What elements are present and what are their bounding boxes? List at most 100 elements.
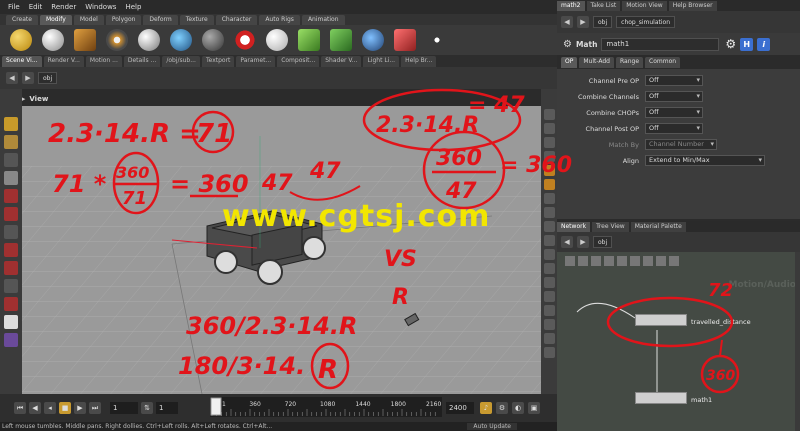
select-tool-icon[interactable] [10,29,32,51]
tab-render-view[interactable]: Render V... [43,56,84,67]
realtime-icon[interactable]: ◐ [512,402,524,414]
backface-icon[interactable] [543,333,555,344]
keys-icon[interactable]: ⚙ [496,402,508,414]
twist-tool-icon[interactable] [362,29,384,51]
menu-windows[interactable]: Windows [85,3,116,11]
tab-help-browser-right[interactable]: Help Browser [668,1,717,11]
tab-scene-view[interactable]: Scene Vi... [2,56,42,67]
magnet-icon[interactable] [4,261,18,275]
display-options-icon[interactable] [543,347,555,358]
normals-icon[interactable] [543,235,555,246]
smooth-tool-icon[interactable] [266,29,288,51]
pin-tool-icon[interactable] [170,29,192,51]
grid-icon[interactable] [543,193,555,204]
align-menu[interactable]: Extend to Min/Max [645,155,765,166]
transform-tool-icon[interactable] [74,29,96,51]
tab-material-palette[interactable]: Material Palette [630,222,686,232]
tab-composite[interactable]: Composit... [277,56,320,67]
tab-textport[interactable]: Textport [201,56,235,67]
axis-icon[interactable] [4,333,18,347]
play-icon[interactable]: ▶ [74,402,86,414]
template-icon[interactable] [543,305,555,316]
back-arrow-icon[interactable]: ◀ [6,72,18,84]
auto-update-menu[interactable]: Auto Update [467,423,517,430]
info-icon[interactable]: i [757,37,771,51]
rotate-icon[interactable] [4,189,18,203]
combine-channels-menu[interactable]: Off [645,91,703,102]
node-name-field[interactable]: math1 [601,37,720,51]
help-icon[interactable]: H [740,37,754,51]
extrude-tool-icon[interactable] [298,29,320,51]
tab-common[interactable]: Common [645,57,681,68]
forward-arrow-icon[interactable]: ▶ [577,16,589,28]
edit-tool-icon[interactable] [42,29,64,51]
shelf-tab-polygon[interactable]: Polygon [105,15,142,25]
light-icon[interactable] [543,165,555,176]
path-obj[interactable]: obj [38,72,58,84]
range-icon[interactable]: ▣ [528,402,540,414]
tab-shader-view[interactable]: Shader V... [321,56,362,67]
footprint-icon[interactable] [543,319,555,330]
tab-tree-view[interactable]: Tree View [592,222,629,232]
move-icon[interactable] [4,171,18,185]
network-scrollbar[interactable] [795,252,800,431]
back-arrow-icon[interactable]: ◀ [561,16,573,28]
channel-pre-op-menu[interactable]: Off [645,75,703,86]
menu-file[interactable]: File [8,3,20,11]
sphere-tool-icon[interactable] [138,29,160,51]
current-frame-field[interactable]: 1 [156,402,178,414]
pose-icon[interactable] [4,135,18,149]
tab-network[interactable]: Network [557,222,591,232]
frame-cursor[interactable] [210,397,222,416]
paint-icon[interactable] [4,297,18,311]
timeline-ruler[interactable]: 1 360 720 1080 1440 1800 2160 [210,397,442,417]
lock-icon[interactable] [543,109,555,120]
prim-display-icon[interactable] [543,263,555,274]
jump-end-icon[interactable]: ⏭ [89,402,101,414]
menu-render[interactable]: Render [51,3,76,11]
path-obj[interactable]: obj [593,16,613,28]
start-frame-field[interactable]: 1 [110,402,138,414]
shade-icon[interactable] [543,137,555,148]
tab-details[interactable]: Details ... [123,56,161,67]
snap-icon[interactable] [4,243,18,257]
menu-help[interactable]: Help [125,3,141,11]
channel-post-op-menu[interactable]: Off [645,123,703,134]
shelf-tab-auto-rigs[interactable]: Auto Rigs [259,15,300,25]
jump-start-icon[interactable]: ⏮ [14,402,26,414]
tab-op[interactable]: OP [561,57,578,68]
tab-motion-view[interactable]: Motion View [622,1,667,11]
camera-view-icon[interactable] [543,179,555,190]
forward-arrow-icon[interactable]: ▶ [577,236,589,248]
menu-edit[interactable]: Edit [29,3,43,11]
brush-icon[interactable] [4,225,18,239]
tab-range[interactable]: Range [616,57,644,68]
node-math1[interactable] [635,392,687,404]
end-frame-field[interactable]: 2400 [446,402,474,414]
shelf-tab-texture[interactable]: Texture [179,15,214,25]
shelf-tab-model[interactable]: Model [73,15,104,25]
tab-math2[interactable]: math2 [557,1,585,11]
points-display-icon[interactable] [543,249,555,260]
step-back-icon[interactable]: ◀ [29,402,41,414]
shelf-tab-create[interactable]: Create [6,15,38,25]
back-arrow-icon[interactable]: ◀ [561,236,573,248]
tab-obj-sub[interactable]: /obj/sub... [162,56,200,67]
node-travelled-distance[interactable] [635,314,687,326]
scale-icon[interactable] [4,207,18,221]
group-tool-icon[interactable] [202,29,224,51]
tab-motion[interactable]: Motion ... [85,56,122,67]
audio-icon[interactable]: ♪ [480,402,492,414]
scene-viewport[interactable] [22,106,541,394]
curve-tool-icon[interactable] [426,29,448,51]
blast-tool-icon[interactable] [234,29,256,51]
points-tool-icon[interactable] [106,29,128,51]
path-node[interactable]: chop_simulation [616,16,676,28]
shelf-tab-animation[interactable]: Animation [301,15,345,25]
ghost-icon[interactable] [543,207,555,218]
lasso-icon[interactable] [4,279,18,293]
camera-icon[interactable] [4,315,18,329]
mirror-tool-icon[interactable] [394,29,416,51]
frame-step-icon[interactable]: ⇅ [141,402,153,414]
tab-mult-add[interactable]: Mult-Add [579,57,614,68]
